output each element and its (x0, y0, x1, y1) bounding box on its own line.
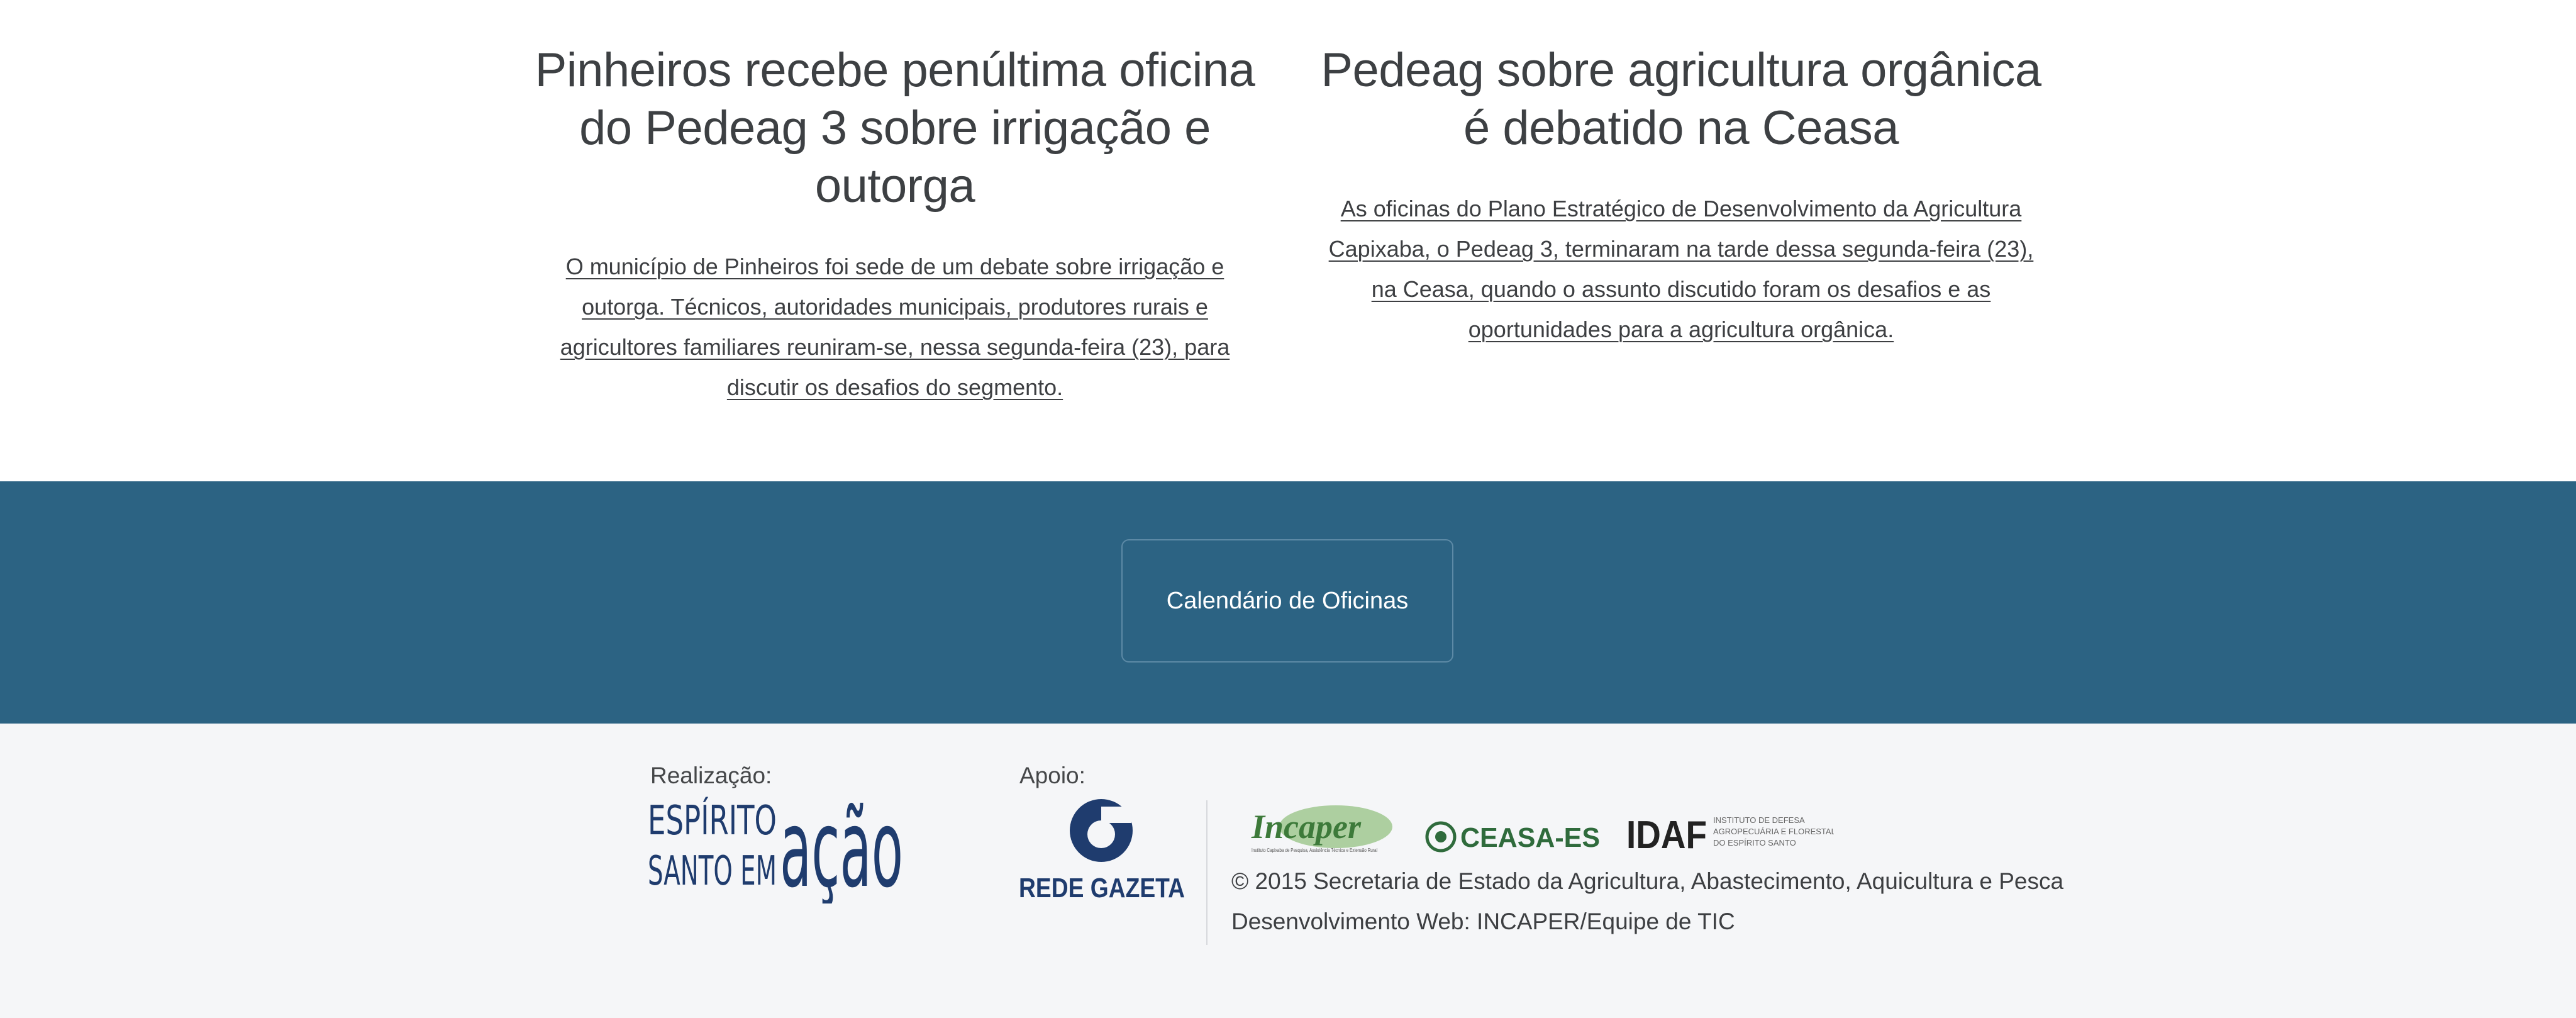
idaf-subtext-1: INSTITUTO DE DEFESA (1713, 815, 1805, 825)
idaf-subtext-2: AGROPECUÁRIA E FLORESTAL (1713, 827, 1834, 836)
copyright-text: © 2015 Secretaria de Estado da Agricultu… (1231, 868, 2064, 894)
realizacao-label: Realização: (650, 763, 772, 788)
rede-gazeta-logo[interactable]: REDE GAZETA (1019, 798, 1186, 902)
logo-text-line1: ESPÍRITO (648, 797, 777, 844)
article-title[interactable]: Pedeag sobre agricultura orgânica é deba… (1319, 42, 2043, 157)
article-summary-link[interactable]: O município de Pinheiros foi sede de um … (560, 254, 1230, 400)
article-summary: O município de Pinheiros foi sede de um … (533, 247, 1257, 408)
calendar-band: Calendário de Oficinas (0, 481, 2576, 724)
logo-text-big: ação (780, 797, 903, 903)
news-section: Pinheiros recebe penúltima oficina do Pe… (0, 0, 2576, 481)
incaper-logo[interactable]: Incaper Instituto Capixaba de Pesquisa, … (1248, 802, 1392, 871)
calendar-button[interactable]: Calendário de Oficinas (1121, 539, 1453, 663)
article-summary-link[interactable]: As oficinas do Plano Estratégico de Dese… (1329, 196, 2034, 342)
news-article: Pinheiros recebe penúltima oficina do Pe… (533, 42, 1257, 408)
ceasa-text: CEASA-ES (1460, 822, 1600, 853)
footer-divider (1206, 800, 1208, 945)
logo-text-line2: SANTO EM (648, 848, 777, 895)
footer: Realização: ESPÍRITO SANTO EM ação Apoio… (0, 724, 2576, 1018)
idaf-subtext-3: DO ESPÍRITO SANTO (1713, 838, 1796, 847)
ceasa-es-logo[interactable]: CEASA-ES (1425, 808, 1601, 858)
article-title[interactable]: Pinheiros recebe penúltima oficina do Pe… (533, 42, 1257, 215)
apoio-label: Apoio: (1019, 763, 1085, 788)
developer-credit: Desenvolvimento Web: INCAPER/Equipe de T… (1231, 909, 1735, 934)
idaf-logo[interactable]: IDAF INSTITUTO DE DEFESA AGROPECUÁRIA E … (1626, 805, 1834, 856)
news-article: Pedeag sobre agricultura orgânica é deba… (1319, 42, 2043, 350)
idaf-text: IDAF (1626, 814, 1707, 856)
article-summary: As oficinas do Plano Estratégico de Dese… (1319, 189, 2043, 350)
gazeta-text: REDE GAZETA (1019, 873, 1185, 902)
incaper-subtext: Instituto Capixaba de Pesquisa, Assistên… (1252, 847, 1377, 853)
incaper-text: Incaper (1251, 808, 1362, 846)
espirito-santo-em-acao-logo[interactable]: ESPÍRITO SANTO EM ação (648, 797, 906, 903)
